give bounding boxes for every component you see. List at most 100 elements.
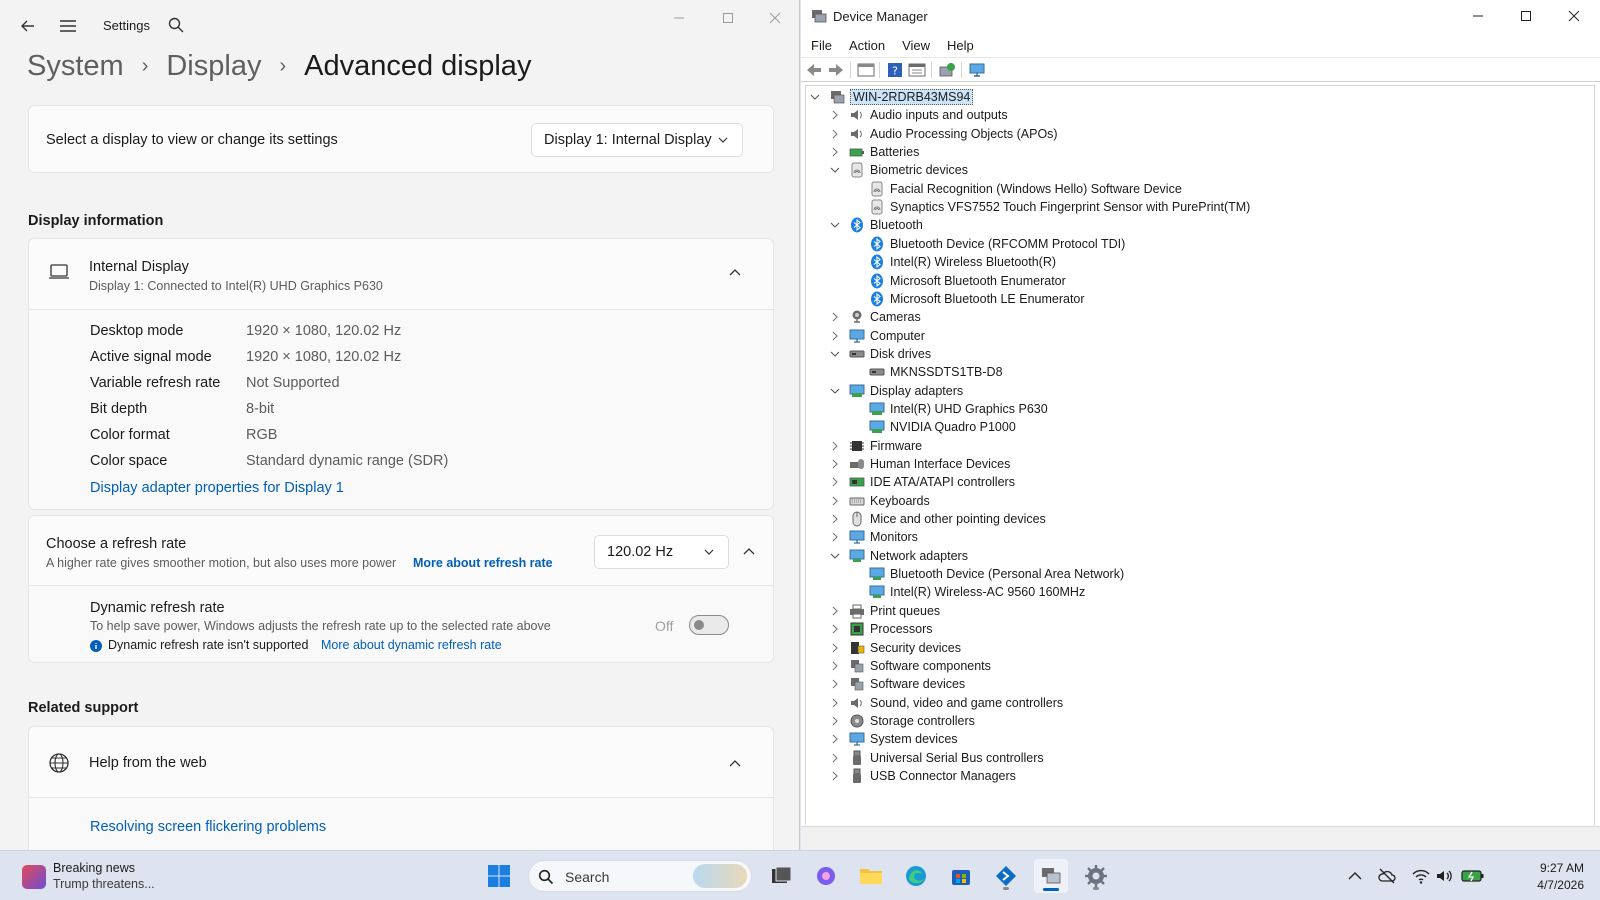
microsoft-store-button[interactable] xyxy=(944,859,978,893)
news-widget[interactable]: Breaking news Trump threatens... xyxy=(16,859,196,895)
maximize-button[interactable] xyxy=(705,2,751,34)
chevron-right-icon[interactable] xyxy=(830,679,840,689)
chevron-down-icon[interactable] xyxy=(810,92,820,102)
chevron-right-icon[interactable] xyxy=(830,753,840,763)
refresh-rate-dropdown[interactable]: 120.02 Hz xyxy=(594,535,729,569)
tree-category[interactable]: Print queues xyxy=(830,602,940,620)
tree-device[interactable]: Microsoft Bluetooth LE Enumerator xyxy=(869,290,1085,308)
monitor-icon[interactable] xyxy=(968,62,986,78)
volume-icon[interactable] xyxy=(1435,867,1453,885)
chevron-up-icon[interactable] xyxy=(729,758,741,768)
tree-category[interactable]: USB Connector Managers xyxy=(830,767,1016,785)
chevron-down-icon[interactable] xyxy=(830,220,840,230)
chevron-right-icon[interactable] xyxy=(830,698,840,708)
chevron-right-icon[interactable] xyxy=(830,532,840,542)
display-adapter-properties-link[interactable]: Display adapter properties for Display 1 xyxy=(90,480,344,496)
chevron-right-icon[interactable] xyxy=(830,331,840,341)
edge-button[interactable] xyxy=(899,859,933,893)
chevron-right-icon[interactable] xyxy=(830,459,840,469)
tree-root[interactable]: WIN-2RDRB43MS94 xyxy=(810,88,974,106)
tree-category[interactable]: Universal Serial Bus controllers xyxy=(830,749,1044,767)
wifi-icon[interactable] xyxy=(1412,867,1430,885)
menu-help[interactable]: Help xyxy=(947,38,974,53)
tree-category[interactable]: Bluetooth xyxy=(830,216,923,234)
task-view-button[interactable] xyxy=(764,859,798,893)
more-about-dynamic-refresh-link[interactable]: More about dynamic refresh rate xyxy=(321,638,502,652)
tree-category[interactable]: Computer xyxy=(830,327,925,345)
cloud-off-icon[interactable] xyxy=(1378,867,1396,885)
copilot-button[interactable] xyxy=(809,859,843,893)
chevron-down-icon[interactable] xyxy=(830,349,840,359)
clock[interactable]: 9:27 AM 4/7/2026 xyxy=(1524,860,1584,894)
chevron-right-icon[interactable] xyxy=(830,129,840,139)
tree-category[interactable]: Sound, video and game controllers xyxy=(830,694,1063,712)
tree-device[interactable]: Bluetooth Device (RFCOMM Protocol TDI) xyxy=(869,235,1125,253)
close-button[interactable] xyxy=(1551,0,1597,32)
tree-device[interactable]: Intel(R) UHD Graphics P630 xyxy=(869,400,1048,418)
tree-device[interactable]: Intel(R) Wireless Bluetooth(R) xyxy=(869,253,1056,271)
chevron-right-icon[interactable] xyxy=(830,477,840,487)
tree-category[interactable]: Cameras xyxy=(830,308,921,326)
chevron-right-icon[interactable] xyxy=(830,624,840,634)
tree-category[interactable]: Biometric devices xyxy=(830,161,968,179)
chevron-right-icon[interactable] xyxy=(830,734,840,744)
battery-charging-icon[interactable] xyxy=(1461,867,1485,885)
scan-hardware-icon[interactable] xyxy=(938,62,956,78)
chevron-right-icon[interactable] xyxy=(830,496,840,506)
menu-view[interactable]: View xyxy=(902,38,930,53)
minimize-button[interactable] xyxy=(656,2,702,34)
tree-category[interactable]: Keyboards xyxy=(830,492,930,510)
chevron-down-icon[interactable] xyxy=(830,386,840,396)
chevron-right-icon[interactable] xyxy=(830,716,840,726)
maximize-button[interactable] xyxy=(1503,0,1549,32)
taskbar-search-box[interactable]: Search xyxy=(528,860,752,892)
chevron-right-icon[interactable] xyxy=(830,643,840,653)
internal-display-header[interactable]: Internal Display Display 1: Connected to… xyxy=(28,238,774,310)
tree-device[interactable]: MKNSSDTS1TB-D8 xyxy=(869,363,1003,381)
chevron-right-icon[interactable] xyxy=(830,441,840,451)
tree-category[interactable]: Audio Processing Objects (APOs) xyxy=(830,125,1058,143)
chevron-right-icon[interactable] xyxy=(830,661,840,671)
tree-category[interactable]: Mice and other pointing devices xyxy=(830,510,1046,528)
tree-category[interactable]: Batteries xyxy=(830,143,919,161)
settings-taskbar-button[interactable] xyxy=(1079,859,1113,893)
tree-category[interactable]: Monitors xyxy=(830,528,918,546)
tree-category[interactable]: Human Interface Devices xyxy=(830,455,1010,473)
properties-window-icon[interactable] xyxy=(857,62,875,78)
minimize-button[interactable] xyxy=(1455,0,1501,32)
breadcrumb-display[interactable]: Display xyxy=(166,50,261,83)
hamburger-menu-icon[interactable] xyxy=(58,16,78,36)
help-from-web-header[interactable]: Help from the web xyxy=(28,726,774,798)
start-button[interactable] xyxy=(482,859,516,893)
chevron-down-icon[interactable] xyxy=(830,551,840,561)
device-manager-taskbar-button[interactable] xyxy=(1034,859,1068,893)
dynamic-refresh-toggle[interactable] xyxy=(689,615,729,635)
tree-category[interactable]: Disk drives xyxy=(830,345,931,363)
chevron-right-icon[interactable] xyxy=(830,110,840,120)
menu-file[interactable]: File xyxy=(811,38,832,53)
power-automate-button[interactable] xyxy=(989,859,1023,893)
chevron-right-icon[interactable] xyxy=(830,606,840,616)
breadcrumb-system[interactable]: System xyxy=(27,50,124,83)
tree-device[interactable]: Bluetooth Device (Personal Area Network) xyxy=(869,565,1124,583)
file-explorer-button[interactable] xyxy=(854,859,888,893)
tree-category[interactable]: Display adapters xyxy=(830,382,963,400)
tree-device[interactable]: NVIDIA Quadro P1000 xyxy=(869,418,1016,436)
chevron-right-icon[interactable] xyxy=(830,514,840,524)
tree-category[interactable]: Network adapters xyxy=(830,547,968,565)
tree-category[interactable]: Software components xyxy=(830,657,991,675)
tree-category[interactable]: System devices xyxy=(830,730,958,748)
menu-action[interactable]: Action xyxy=(849,38,885,53)
tree-device[interactable]: Microsoft Bluetooth Enumerator xyxy=(869,272,1066,290)
more-about-refresh-rate-link[interactable]: More about refresh rate xyxy=(413,556,553,570)
chevron-up-icon[interactable] xyxy=(729,267,741,277)
tree-category[interactable]: Security devices xyxy=(830,639,961,657)
back-arrow-icon[interactable] xyxy=(18,16,38,36)
close-button[interactable] xyxy=(752,2,798,34)
search-icon[interactable] xyxy=(167,16,185,34)
chevron-right-icon[interactable] xyxy=(830,771,840,781)
tree-category[interactable]: Software devices xyxy=(830,675,965,693)
chevron-down-icon[interactable] xyxy=(830,165,840,175)
screen-flickering-link[interactable]: Resolving screen flickering problems xyxy=(90,819,326,835)
chevron-right-icon[interactable] xyxy=(830,147,840,157)
